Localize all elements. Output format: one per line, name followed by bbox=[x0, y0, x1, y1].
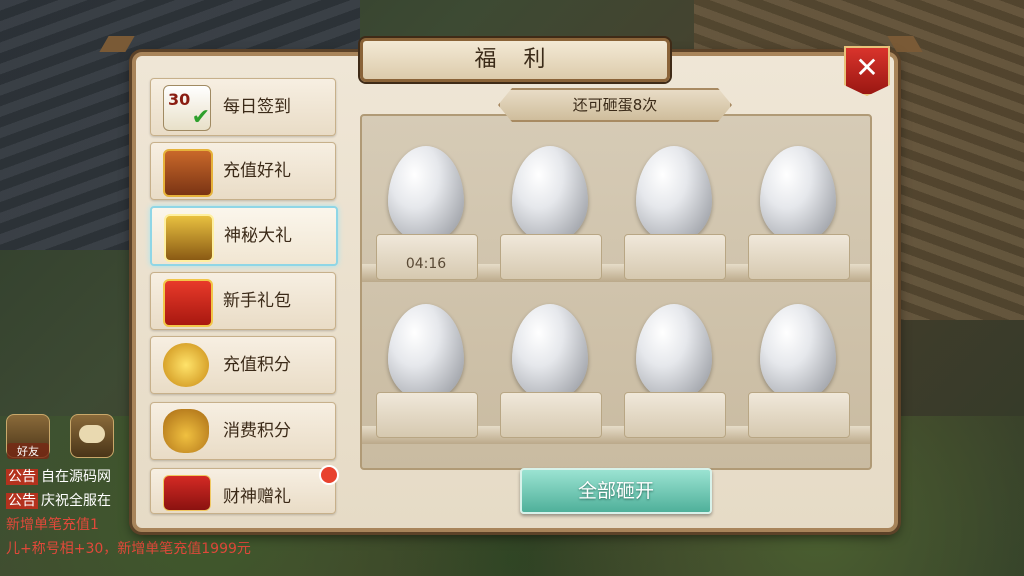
egg-slot[interactable] bbox=[500, 298, 602, 448]
egg-slot[interactable] bbox=[748, 140, 850, 290]
money-bag-icon bbox=[163, 409, 209, 453]
egg-stand bbox=[500, 234, 602, 280]
sidebar-item-label: 消费积分 bbox=[223, 421, 291, 441]
egg-slot[interactable] bbox=[376, 298, 478, 448]
remaining-smashes-banner: 还可砸蛋8次 bbox=[498, 88, 732, 122]
silver-egg[interactable] bbox=[760, 146, 836, 242]
panel-title-plaque: 福 利 bbox=[360, 38, 670, 82]
sidebar-item-mystery-gift[interactable]: 神秘大礼 bbox=[150, 206, 338, 266]
chat-line: 儿+称号相+30，新增单笔充值1999元 bbox=[6, 541, 251, 557]
sidebar-item-recharge-points[interactable]: 充值积分 bbox=[150, 336, 336, 394]
silver-egg[interactable] bbox=[388, 304, 464, 400]
open-all-label: 全部砸开 bbox=[577, 480, 654, 502]
egg-stand bbox=[624, 392, 726, 438]
calendar-check-icon: 30 ✔ bbox=[163, 85, 211, 131]
calendar-number: 30 bbox=[168, 90, 191, 109]
silver-egg[interactable] bbox=[636, 146, 712, 242]
silver-egg[interactable] bbox=[512, 146, 588, 242]
open-all-button[interactable]: 全部砸开 bbox=[520, 468, 712, 514]
chat-bubble-icon bbox=[79, 425, 105, 443]
egg-slot[interactable]: 04:16 bbox=[376, 140, 478, 290]
gold-chest-icon bbox=[164, 214, 214, 262]
egg-slot[interactable] bbox=[624, 140, 726, 290]
chat-text: 自在源码网 bbox=[41, 469, 111, 485]
egg-stand bbox=[500, 392, 602, 438]
egg-stand bbox=[376, 392, 478, 438]
silver-egg[interactable] bbox=[512, 304, 588, 400]
silver-egg[interactable] bbox=[388, 146, 464, 242]
panel-title: 福 利 bbox=[474, 47, 556, 72]
announcement-tag: 公告 bbox=[6, 469, 38, 485]
sidebar-item-label: 每日签到 bbox=[223, 97, 291, 117]
egg-slot[interactable] bbox=[748, 298, 850, 448]
egg-slot[interactable] bbox=[500, 140, 602, 290]
silver-egg[interactable] bbox=[636, 304, 712, 400]
sidebar-item-label: 财神赠礼 bbox=[223, 487, 291, 507]
chat-text: 庆祝全服在 bbox=[41, 493, 111, 509]
egg-stand bbox=[748, 234, 850, 280]
egg-stand bbox=[748, 392, 850, 438]
friends-label: 好友 bbox=[7, 443, 49, 459]
egg-slot[interactable] bbox=[624, 298, 726, 448]
sidebar-item-label: 神秘大礼 bbox=[224, 226, 292, 246]
chat-button[interactable] bbox=[70, 414, 114, 458]
sidebar-item-label: 充值积分 bbox=[223, 355, 291, 375]
silver-egg[interactable] bbox=[760, 304, 836, 400]
remaining-smashes-text: 还可砸蛋8次 bbox=[572, 96, 658, 114]
egg-timer: 04:16 bbox=[405, 256, 447, 272]
gold-ingots-icon bbox=[163, 343, 209, 387]
treasure-chest-icon bbox=[163, 149, 213, 197]
sidebar-item-spending-points[interactable]: 消费积分 bbox=[150, 402, 336, 460]
sidebar-item-newbie-pack[interactable]: 新手礼包 bbox=[150, 272, 336, 330]
sidebar-item-recharge-gift[interactable]: 充值好礼 bbox=[150, 142, 336, 200]
chat-line: 公告 庆祝全服在 bbox=[6, 490, 111, 510]
gift-box-icon bbox=[163, 279, 213, 327]
chat-line: 公告 自在源码网 bbox=[6, 466, 111, 486]
notification-badge bbox=[319, 465, 339, 485]
sidebar-item-god-of-wealth[interactable]: 财神赠礼 bbox=[150, 465, 339, 514]
egg-shelf: 04:16 bbox=[360, 114, 872, 470]
egg-stand bbox=[624, 234, 726, 280]
check-mark-icon: ✔ bbox=[191, 105, 210, 130]
announcement-tag: 公告 bbox=[6, 493, 38, 509]
friends-button[interactable]: 好友 bbox=[6, 414, 50, 459]
sidebar-item-daily-checkin[interactable]: 30 ✔ 每日签到 bbox=[150, 78, 336, 136]
chat-line: 新增单笔充值1 bbox=[6, 517, 99, 533]
sidebar-item-label: 充值好礼 bbox=[223, 161, 291, 181]
sidebar: 30 ✔ 每日签到 充值好礼 神秘大礼 新手礼包 充值积分 消费积分 财神赠礼 bbox=[150, 78, 339, 514]
sidebar-item-label: 新手礼包 bbox=[223, 291, 291, 311]
egg-smash-content: 04:16 还可砸蛋8次 全部砸开 bbox=[348, 80, 878, 514]
red-envelope-icon bbox=[163, 475, 211, 511]
